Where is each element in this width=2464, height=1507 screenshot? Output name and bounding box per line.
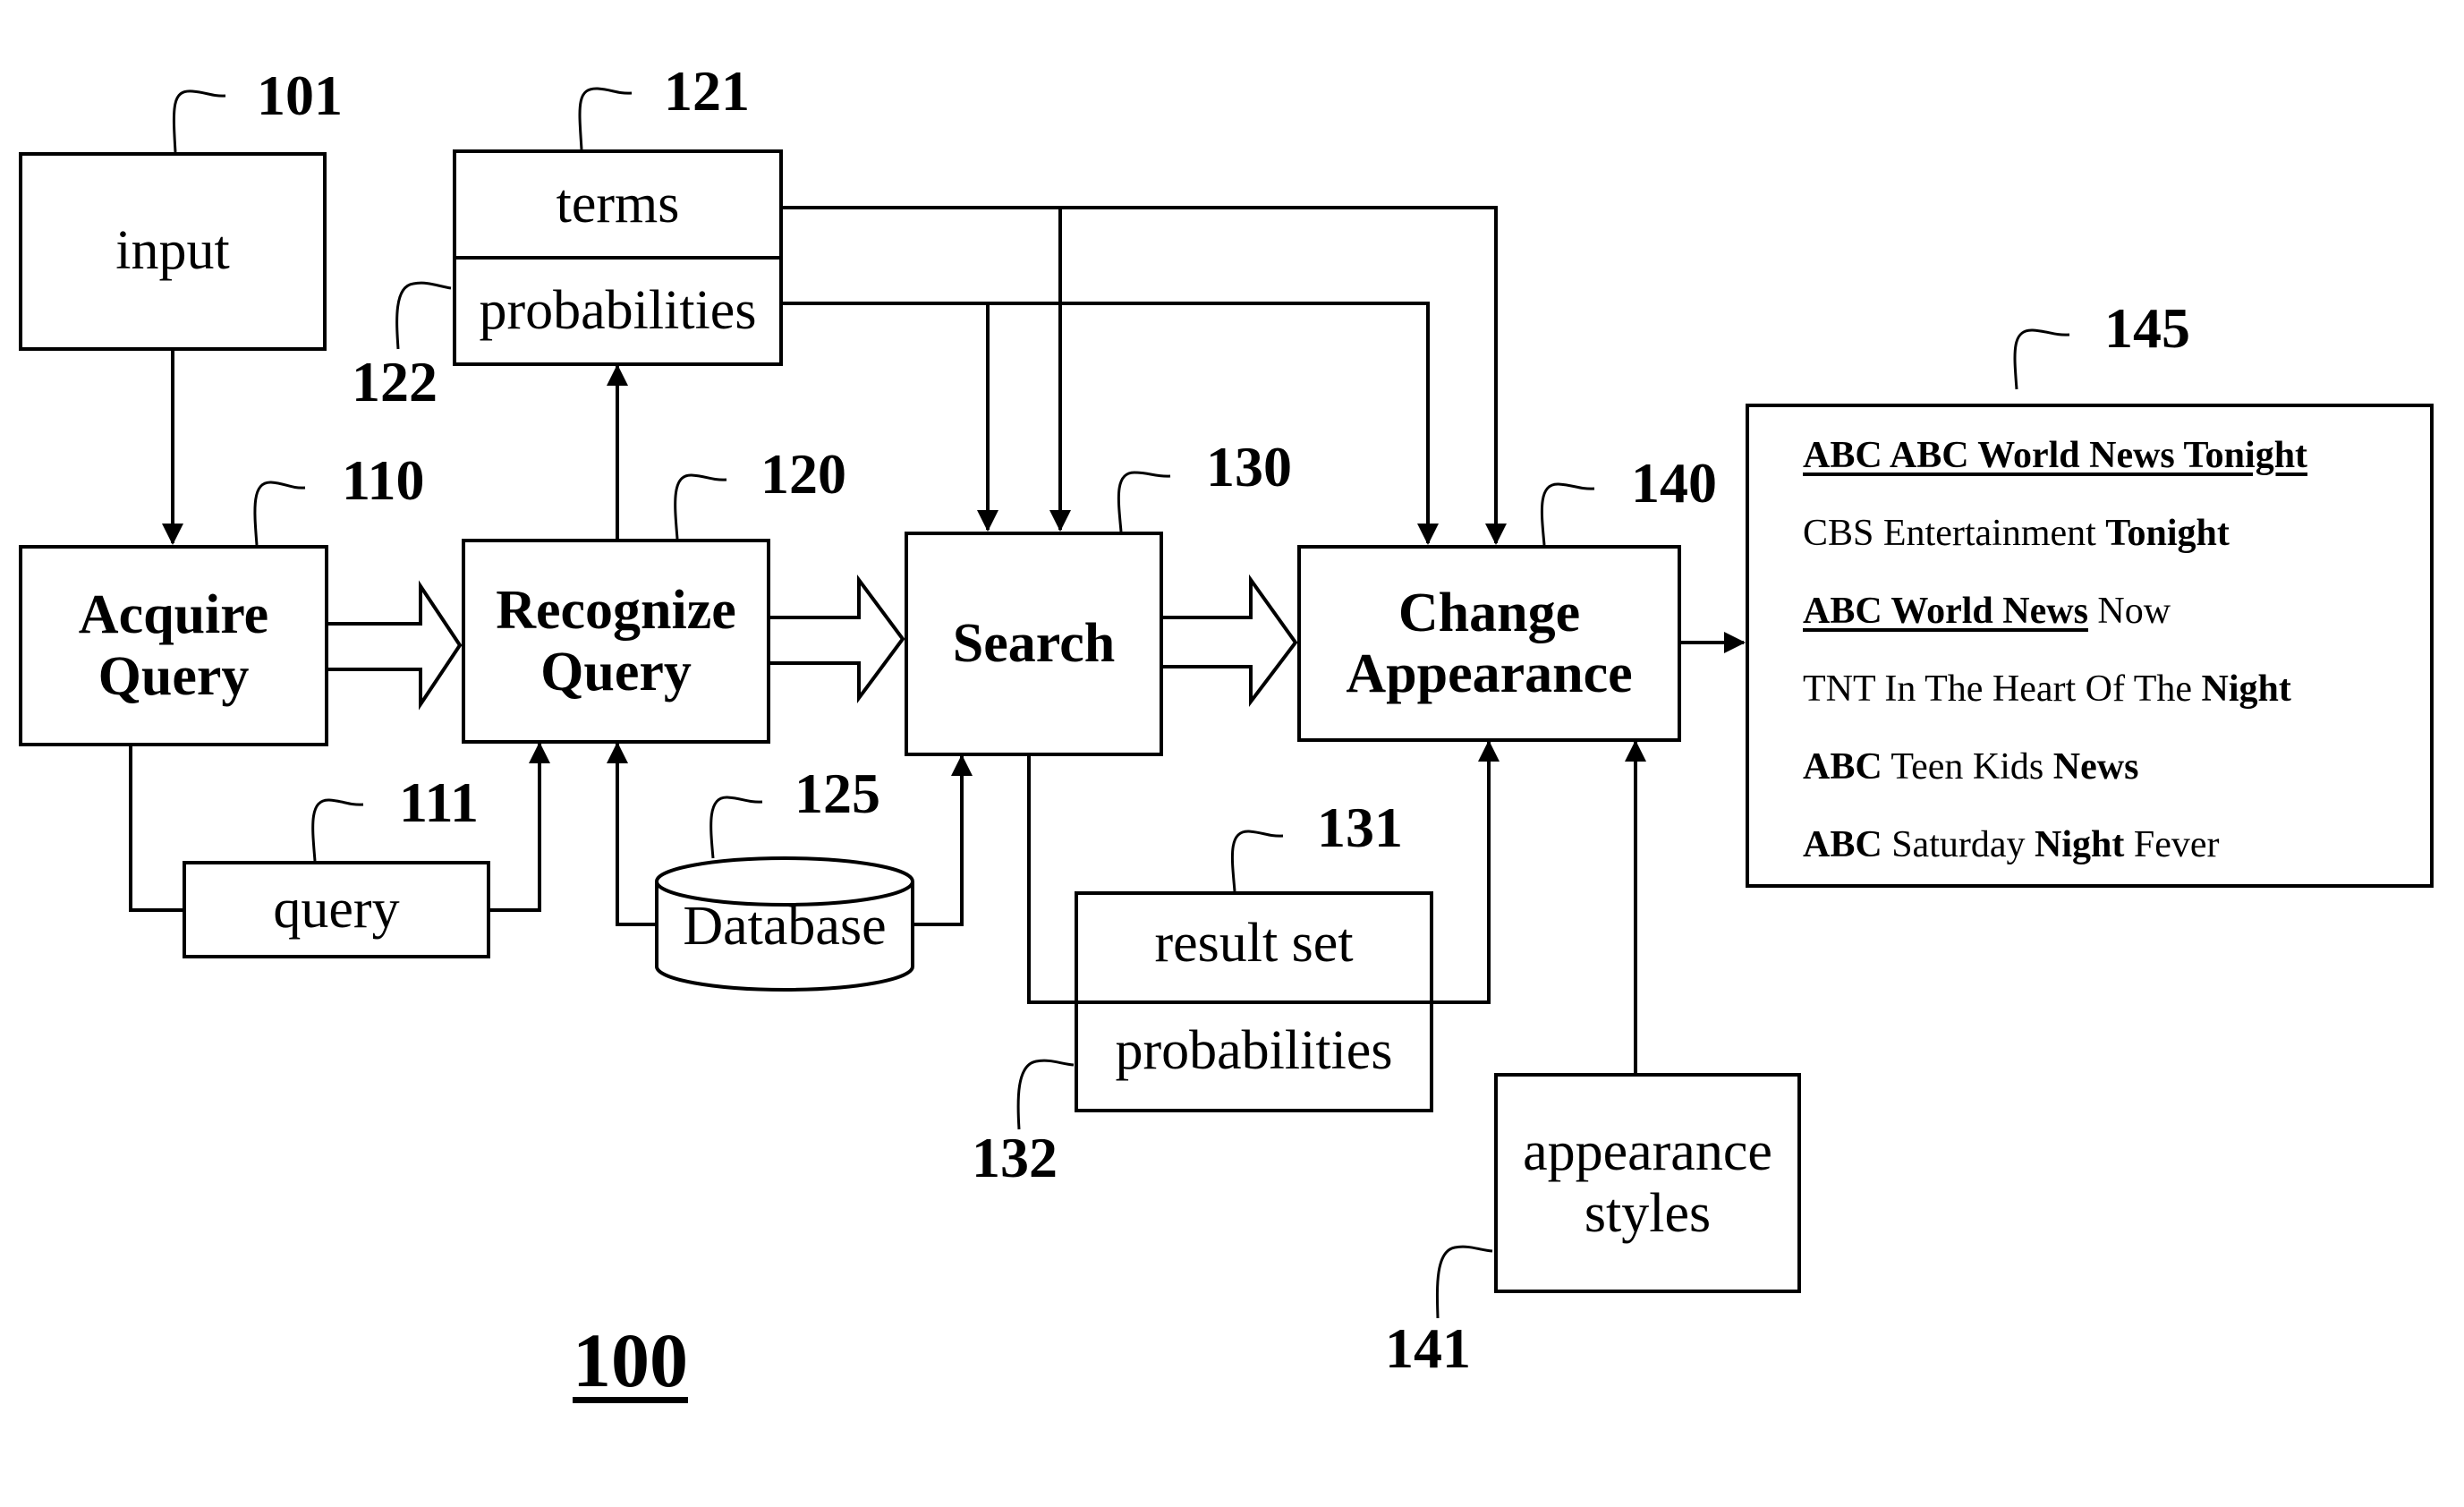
input-box: input bbox=[19, 152, 327, 351]
change-label-2: Appearance bbox=[1346, 643, 1633, 704]
result-item: ABC World News Now bbox=[1803, 583, 2430, 660]
query-label: query bbox=[273, 878, 400, 940]
ref-145: 145 bbox=[2104, 296, 2190, 360]
arrowhead bbox=[607, 364, 628, 386]
acquire-query-box: Acquire Query bbox=[19, 545, 328, 746]
leader-101 bbox=[172, 89, 226, 153]
leader-120 bbox=[674, 473, 727, 540]
result-item: ABC Saturday Night Fever bbox=[1803, 816, 2430, 894]
acquire-label-1: Acquire bbox=[78, 584, 269, 646]
leader-122 bbox=[395, 281, 452, 350]
wire-acquire-to-query bbox=[129, 746, 183, 912]
result-item: TNT In The Heart Of The Night bbox=[1803, 660, 2430, 738]
leader-121 bbox=[578, 87, 633, 150]
result-item-text: News bbox=[2052, 746, 2139, 788]
result-item-text: Teen Kids bbox=[1882, 746, 2053, 788]
wire-probabilities bbox=[783, 302, 1430, 543]
arrowhead bbox=[162, 524, 183, 545]
ref-132: 132 bbox=[972, 1126, 1058, 1189]
arrowhead bbox=[607, 742, 628, 763]
result-item-text: Fever bbox=[2124, 824, 2220, 865]
probabilities-label-top: probabilities bbox=[479, 279, 757, 341]
block-arrow-acquire-to-recognize bbox=[328, 580, 463, 711]
result-item-text: ABC bbox=[1803, 824, 1882, 865]
styles-label-2: styles bbox=[1584, 1183, 1712, 1244]
result-item-text: ABC World News bbox=[1803, 591, 2088, 632]
leader-110 bbox=[253, 481, 306, 546]
result-item-text: CBS Entertainment bbox=[1803, 513, 2106, 554]
ref-140: 140 bbox=[1631, 451, 1717, 515]
arrowhead bbox=[1485, 524, 1507, 545]
arrowhead bbox=[1724, 632, 1746, 653]
arrowhead bbox=[1625, 740, 1646, 762]
ref-131: 131 bbox=[1317, 796, 1403, 859]
recognize-label-1: Recognize bbox=[496, 580, 736, 642]
result-item: CBS Entertainment Tonight bbox=[1803, 505, 2430, 583]
result-item-text: ABC bbox=[1803, 746, 1882, 788]
leader-141 bbox=[1435, 1245, 1493, 1319]
result-item-text: Now bbox=[2087, 591, 2171, 632]
terms-label: terms bbox=[556, 173, 680, 234]
leader-140 bbox=[1540, 482, 1595, 546]
result-item-text: Saturday bbox=[1882, 824, 2035, 865]
figure-label: 100 bbox=[573, 1317, 688, 1403]
wire-database-to-search bbox=[913, 756, 964, 926]
recognize-query-box: Recognize Query bbox=[462, 539, 770, 744]
change-label-1: Change bbox=[1398, 582, 1581, 643]
leader-131 bbox=[1230, 830, 1284, 892]
ref-122: 122 bbox=[352, 350, 438, 413]
wire-terms bbox=[783, 206, 1498, 543]
result-item-text: TNT In The Heart Of The bbox=[1803, 668, 2202, 710]
arrowhead bbox=[1417, 524, 1439, 545]
ref-111: 111 bbox=[399, 771, 479, 834]
result-set-label: result set bbox=[1154, 913, 1354, 974]
input-label: input bbox=[115, 220, 230, 282]
result-item: ABC ABC World News Tonight bbox=[1803, 427, 2430, 505]
probabilities-box-top: probabilities bbox=[453, 256, 783, 366]
recognize-label-2: Query bbox=[540, 641, 692, 702]
ref-110: 110 bbox=[342, 448, 425, 512]
wire-query-to-recognize bbox=[489, 744, 541, 912]
block-arrow-search-to-change bbox=[1163, 574, 1298, 707]
arrowhead bbox=[529, 742, 550, 763]
result-list-box: ABC ABC World News Tonight CBS Entertainm… bbox=[1746, 404, 2434, 888]
terms-box: terms bbox=[453, 149, 783, 260]
ref-141: 141 bbox=[1385, 1316, 1471, 1380]
result-set-box: result set probabilities bbox=[1075, 891, 1433, 1112]
result-item-text: Tonight bbox=[2105, 513, 2230, 554]
styles-label-1: appearance bbox=[1523, 1120, 1772, 1182]
query-box: query bbox=[183, 861, 490, 958]
block-arrow-recognize-to-search bbox=[770, 574, 905, 704]
leader-111 bbox=[311, 798, 364, 862]
arrowhead bbox=[977, 510, 998, 532]
arrowhead bbox=[1478, 740, 1500, 762]
appearance-styles-box: appearance styles bbox=[1494, 1073, 1801, 1293]
result-item-text: ABC ABC World News Tonight bbox=[1803, 435, 2308, 476]
result-item-text: Night bbox=[2034, 824, 2125, 865]
ref-125: 125 bbox=[794, 762, 880, 825]
ref-130: 130 bbox=[1206, 435, 1292, 498]
database-label: Database bbox=[683, 896, 887, 957]
search-label: Search bbox=[952, 613, 1116, 675]
ref-120: 120 bbox=[760, 442, 846, 506]
acquire-label-2: Query bbox=[98, 645, 250, 707]
change-appearance-box: Change Appearance bbox=[1297, 545, 1681, 742]
search-box: Search bbox=[905, 532, 1163, 756]
arrowhead bbox=[1049, 510, 1071, 532]
result-list: ABC ABC World News Tonight CBS Entertainm… bbox=[1803, 427, 2430, 894]
result-item: ABC Teen Kids News bbox=[1803, 738, 2430, 816]
wire-database-to-recognize bbox=[616, 744, 657, 926]
ref-101: 101 bbox=[257, 64, 343, 127]
probabilities-label-bottom: probabilities bbox=[1115, 1020, 1393, 1081]
leader-145 bbox=[2013, 328, 2070, 390]
leader-130 bbox=[1117, 471, 1171, 532]
ref-121: 121 bbox=[664, 59, 750, 123]
leader-125 bbox=[709, 796, 763, 859]
arrowhead bbox=[951, 754, 973, 776]
leader-132 bbox=[1016, 1059, 1075, 1130]
result-item-text: Night bbox=[2201, 668, 2291, 710]
